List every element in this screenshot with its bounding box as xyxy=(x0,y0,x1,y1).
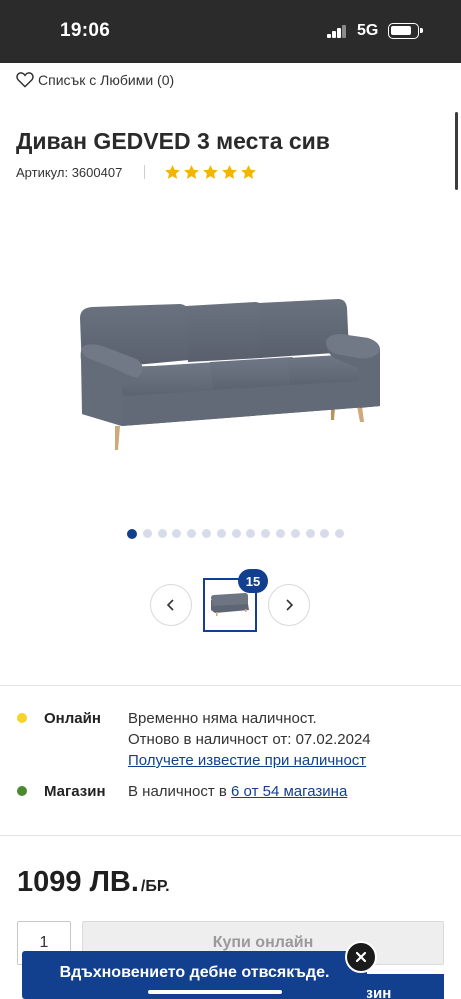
divider xyxy=(0,835,461,836)
gallery-dot[interactable] xyxy=(305,529,315,538)
chevron-left-icon xyxy=(166,599,174,611)
store-status-dot xyxy=(17,786,27,796)
toast-close-button[interactable] xyxy=(345,941,377,973)
gallery-dot[interactable] xyxy=(201,529,211,538)
star-icon xyxy=(184,164,200,179)
close-icon xyxy=(355,951,367,963)
toast-text: Вдъхновението дебне отвсякъде. xyxy=(59,964,330,981)
restock-date-text: Отново в наличност от: 07.02.2024 xyxy=(128,731,371,748)
scroll-indicator[interactable] xyxy=(455,112,458,190)
gallery-dot[interactable] xyxy=(157,529,167,538)
product-title: Диван GEDVED 3 места сив xyxy=(16,128,330,154)
gallery-dot[interactable] xyxy=(320,529,330,538)
online-label: Онлайн xyxy=(44,710,101,727)
rating-stars[interactable] xyxy=(164,164,257,181)
gallery-dot[interactable] xyxy=(275,529,285,538)
star-icon xyxy=(222,164,238,179)
gallery-dot[interactable] xyxy=(335,529,345,538)
next-image-button[interactable] xyxy=(268,584,310,626)
toast-handle xyxy=(148,990,282,994)
notify-when-available-link[interactable]: Получете известие при наличност xyxy=(128,752,366,769)
heart-icon xyxy=(16,72,34,88)
price: 1099 ЛВ./БР. xyxy=(17,866,170,899)
gallery-dot[interactable] xyxy=(187,529,197,538)
gallery-dot[interactable] xyxy=(246,529,256,538)
gallery-dot[interactable] xyxy=(127,528,137,539)
online-status-text: Временно няма наличност. xyxy=(128,710,317,727)
favorites-label: Списък с Любими (0) xyxy=(38,71,175,88)
sku-row: Артикул: 3600407 xyxy=(16,163,257,181)
favorites-link[interactable]: Списък с Любими (0) xyxy=(16,71,174,88)
store-status-text: В наличност в xyxy=(128,783,232,800)
gallery-dot[interactable] xyxy=(142,529,152,538)
stores-link[interactable]: 6 от 54 магазина xyxy=(231,783,347,800)
star-icon xyxy=(203,164,219,179)
star-icon xyxy=(241,164,257,179)
image-count-badge: 15 xyxy=(238,569,268,593)
status-time: 19:06 xyxy=(60,20,111,41)
price-amount: 1099 ЛВ. xyxy=(17,866,139,898)
gallery-dot[interactable] xyxy=(216,529,226,538)
star-icon xyxy=(165,164,181,179)
online-status-dot xyxy=(17,713,27,723)
gallery-dot[interactable] xyxy=(261,529,271,538)
store-label: Магазин xyxy=(44,783,106,800)
gallery-dot[interactable] xyxy=(290,529,300,538)
online-availability: Временно няма наличност. Отново в наличн… xyxy=(128,708,371,771)
network-type: 5G xyxy=(357,22,379,39)
sku-text: Артикул: 3600407 xyxy=(16,164,123,180)
signal-icon xyxy=(327,25,347,38)
battery-icon xyxy=(388,23,423,39)
divider xyxy=(0,685,461,686)
price-unit: /БР. xyxy=(140,878,170,895)
chevron-right-icon xyxy=(286,599,294,611)
product-image[interactable] xyxy=(68,288,388,458)
store-availability: В наличност в 6 от 54 магазина xyxy=(128,781,347,802)
gallery-dot[interactable] xyxy=(172,529,182,538)
divider xyxy=(144,165,146,179)
gallery-dot[interactable] xyxy=(231,529,241,538)
status-bar: 19:06 5G xyxy=(0,0,461,63)
gallery-pagination[interactable] xyxy=(127,528,345,539)
prev-image-button[interactable] xyxy=(150,584,192,626)
